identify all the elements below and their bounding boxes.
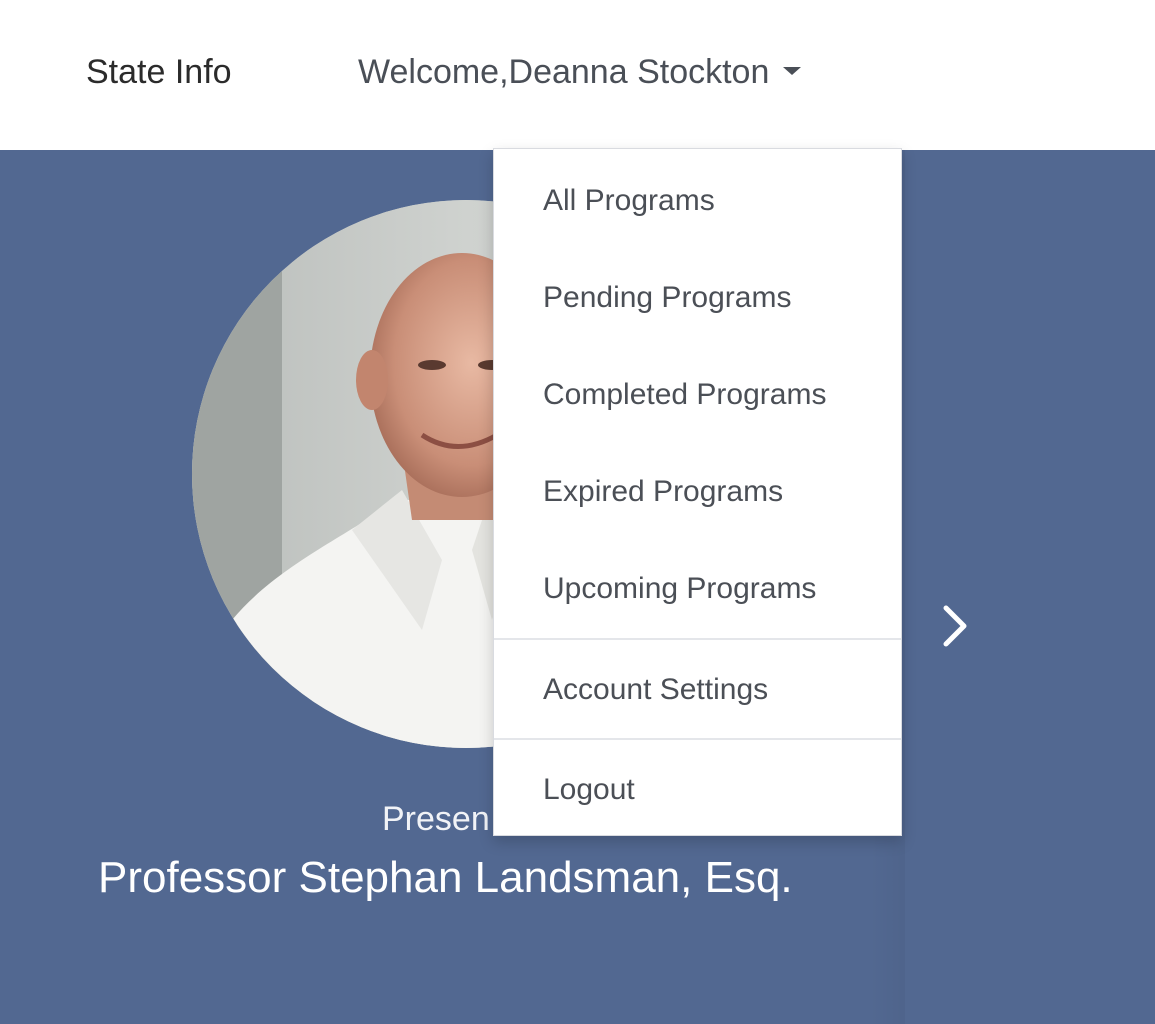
menu-divider [494, 738, 901, 740]
menu-divider [494, 638, 901, 640]
menu-item-logout[interactable]: Logout [494, 741, 901, 838]
menu-item-account-settings[interactable]: Account Settings [494, 641, 901, 738]
menu-item-pending-programs[interactable]: Pending Programs [494, 249, 901, 346]
page: State Info Welcome,Deanna Stockton Prese… [0, 0, 1155, 1024]
user-dropdown-menu: All Programs Pending Programs Completed … [493, 148, 902, 836]
menu-item-completed-programs[interactable]: Completed Programs [494, 346, 901, 443]
chevron-right-icon[interactable] [934, 600, 974, 652]
top-navbar: State Info Welcome,Deanna Stockton [0, 0, 1155, 150]
menu-item-upcoming-programs[interactable]: Upcoming Programs [494, 540, 901, 637]
presenter-name: Professor Stephan Landsman, Esq. [98, 853, 793, 902]
presenter-label: Presen [382, 800, 490, 838]
user-menu-toggle[interactable]: Welcome,Deanna Stockton [358, 50, 802, 94]
caret-down-icon [783, 67, 802, 76]
menu-item-expired-programs[interactable]: Expired Programs [494, 443, 901, 540]
nav-state-info-link[interactable]: State Info [86, 50, 232, 94]
welcome-label: Welcome,Deanna Stockton [358, 53, 770, 91]
menu-item-all-programs[interactable]: All Programs [494, 152, 901, 249]
